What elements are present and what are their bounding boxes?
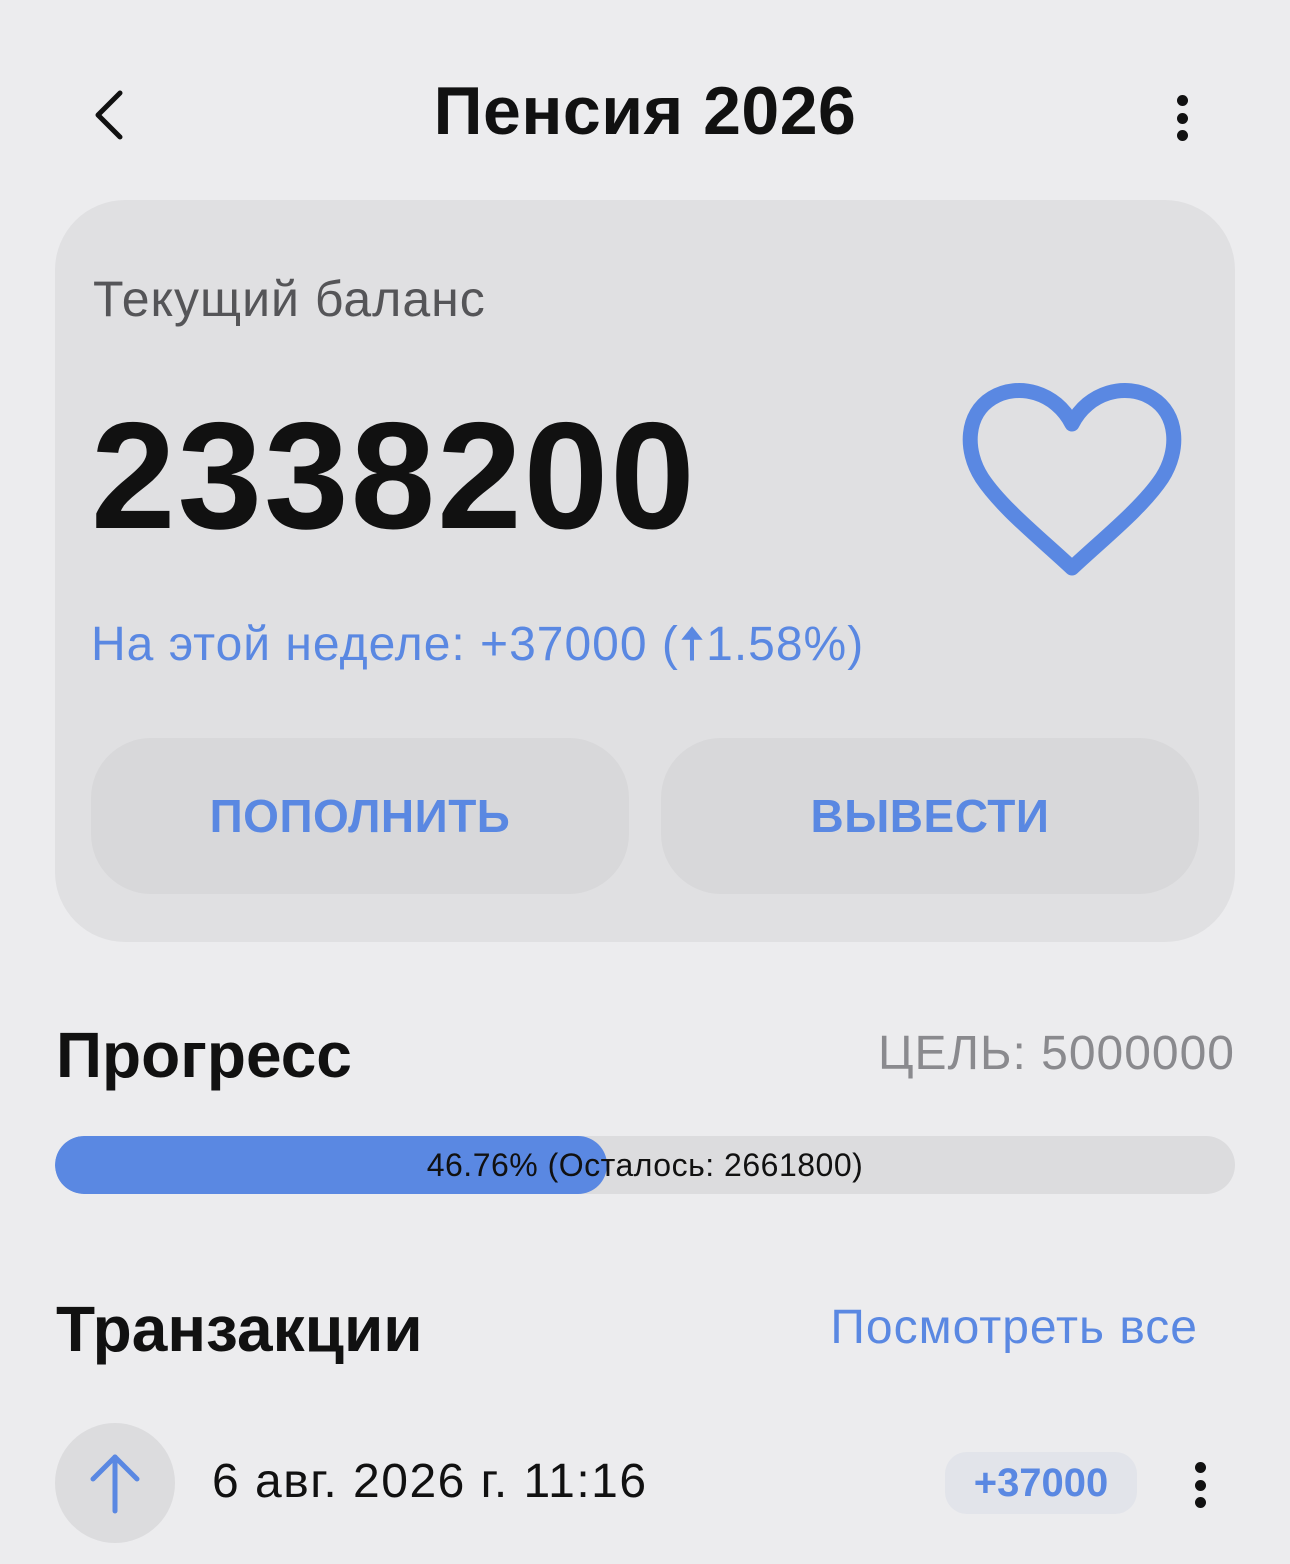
transactions-heading: Транзакции: [56, 1293, 423, 1365]
favorite-button[interactable]: [960, 378, 1185, 588]
top-app-bar: Пенсия 2026: [0, 0, 1290, 200]
page-title: Пенсия 2026: [433, 73, 857, 149]
progress-text: 46.76% (Осталось: 2661800): [426, 1146, 864, 1183]
weekly-change: На этой неделе: +37000 (🠅1.58%): [91, 618, 865, 671]
goal-label: ЦЕЛЬ: 5000000: [877, 1027, 1235, 1080]
deposit-button[interactable]: ПОПОЛНИТЬ: [91, 738, 629, 894]
progress-heading: Прогресс: [56, 1019, 352, 1091]
view-all-link[interactable]: Посмотреть все: [830, 1300, 1198, 1355]
more-vertical-icon: [1176, 95, 1188, 141]
heart-outline-icon: [962, 383, 1182, 576]
withdraw-button[interactable]: ВЫВЕСТИ: [661, 738, 1199, 894]
more-vertical-icon: [1194, 1462, 1206, 1508]
balance-card: Текущий баланс 2338200 На этой неделе: +…: [55, 200, 1235, 942]
transaction-date: 6 авг. 2026 г. 11:16: [212, 1455, 648, 1508]
progress-bar: 46.76% (Осталось: 2661800): [55, 1136, 1235, 1194]
more-options-button[interactable]: [1150, 80, 1214, 156]
arrow-up-icon: [90, 1454, 140, 1514]
balance-value: 2338200: [91, 391, 697, 561]
transaction-amount: +37000: [945, 1452, 1137, 1514]
balance-label: Текущий баланс: [93, 271, 486, 327]
transaction-icon-badge: [55, 1423, 175, 1543]
transaction-more-button[interactable]: [1170, 1450, 1230, 1520]
transaction-row[interactable]: 6 авг. 2026 г. 11:16 +37000: [0, 1420, 1290, 1564]
